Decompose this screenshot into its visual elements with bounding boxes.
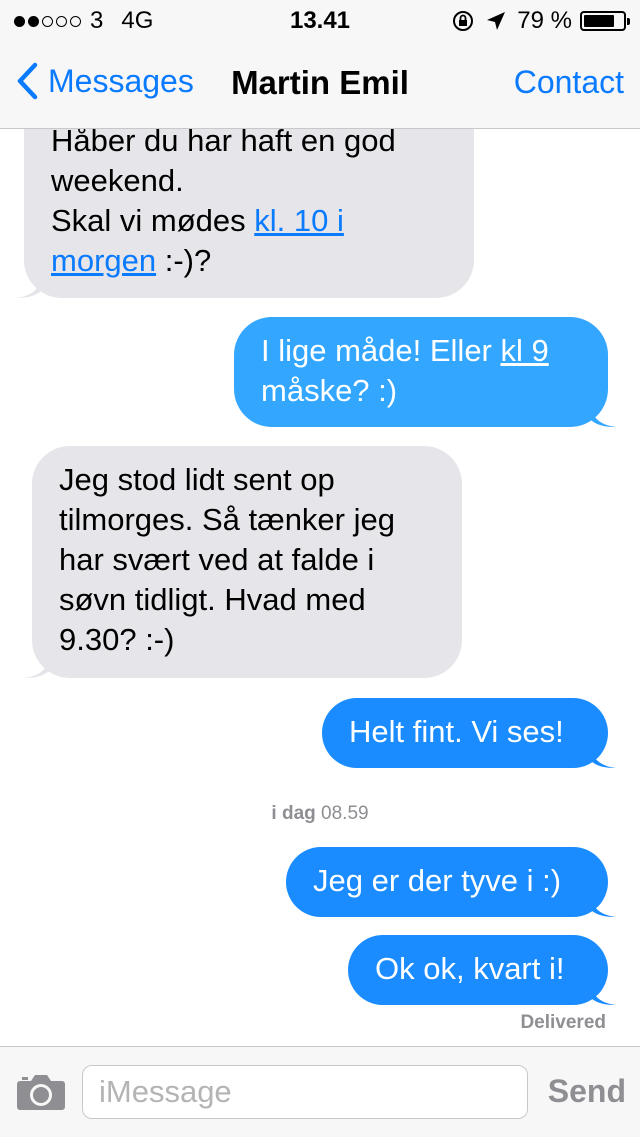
- message-text: I lige måde! Eller: [261, 333, 501, 368]
- time-link[interactable]: kl 9: [501, 333, 549, 368]
- message-thread[interactable]: Håber du har haft en god weekend. Skal v…: [0, 129, 640, 1046]
- battery-level: [584, 15, 615, 27]
- message-text: Ok ok, kvart i!: [375, 951, 565, 986]
- battery-icon: [580, 11, 630, 31]
- message-bubble-outgoing[interactable]: Helt fint. Vi ses!: [322, 698, 616, 768]
- message-timestamp: i dag 08.59: [0, 803, 640, 825]
- message-line: tilmorges. Så tænker jeg: [59, 502, 395, 537]
- message-line: søvn tidligt. Hvad med: [59, 582, 366, 617]
- message-line: måske? :): [261, 373, 398, 408]
- rotation-lock-icon: [453, 11, 474, 31]
- message-line: weekend.: [51, 163, 184, 198]
- bubble-tail: [24, 652, 50, 678]
- location-arrow-icon: [487, 12, 506, 30]
- message-line: Jeg stod lidt sent op: [59, 462, 335, 497]
- bubble-tail: [590, 891, 616, 917]
- bubble-tail: [590, 742, 616, 768]
- date-link[interactable]: morgen: [51, 243, 156, 278]
- compose-bar: Send: [0, 1046, 640, 1137]
- date-link[interactable]: kl. 10 i: [254, 203, 344, 238]
- message-text: Jeg er der tyve i :): [313, 863, 562, 898]
- timestamp-day: i dag: [271, 803, 316, 824]
- message-bubble-outgoing[interactable]: Ok ok, kvart i!: [348, 935, 616, 1005]
- camera-button[interactable]: [16, 1073, 66, 1116]
- contact-button[interactable]: Contact: [514, 64, 624, 101]
- message-bubble-outgoing[interactable]: I lige måde! Eller kl 9 måske? :): [234, 317, 616, 427]
- message-bubble-outgoing[interactable]: Jeg er der tyve i :): [286, 847, 616, 917]
- message-text: Skal vi mødes: [51, 203, 255, 238]
- message-line: Håber du har haft en god: [51, 129, 396, 158]
- status-bar: 3 4G 13.41 79 %: [0, 0, 640, 40]
- camera-icon: [17, 1075, 65, 1110]
- nav-bar: Messages Martin Emil Contact: [0, 40, 640, 129]
- message-bubble-incoming[interactable]: Håber du har haft en god weekend. Skal v…: [16, 129, 474, 298]
- bubble-tail: [16, 272, 42, 298]
- message-text: :-)?: [156, 243, 212, 278]
- battery-percent: 79 %: [517, 7, 572, 34]
- message-line: har svært ved at falde i: [59, 542, 375, 577]
- message-bubble-incoming[interactable]: Jeg stod lidt sent op tilmorges. Så tænk…: [24, 446, 462, 678]
- bubble-tail: [590, 979, 616, 1005]
- message-input[interactable]: [82, 1065, 528, 1119]
- message-line: 9.30? :-): [59, 622, 175, 657]
- timestamp-time: 08.59: [321, 803, 369, 824]
- chevron-left-icon: [17, 62, 38, 100]
- status-right: 79 %: [451, 7, 630, 35]
- message-text: Helt fint. Vi ses!: [349, 714, 564, 749]
- delivery-status: Delivered: [520, 1012, 606, 1033]
- back-button[interactable]: Messages: [16, 62, 194, 100]
- bubble-tail: [590, 401, 616, 427]
- send-button[interactable]: Send: [548, 1073, 626, 1110]
- back-button-label: Messages: [48, 62, 194, 99]
